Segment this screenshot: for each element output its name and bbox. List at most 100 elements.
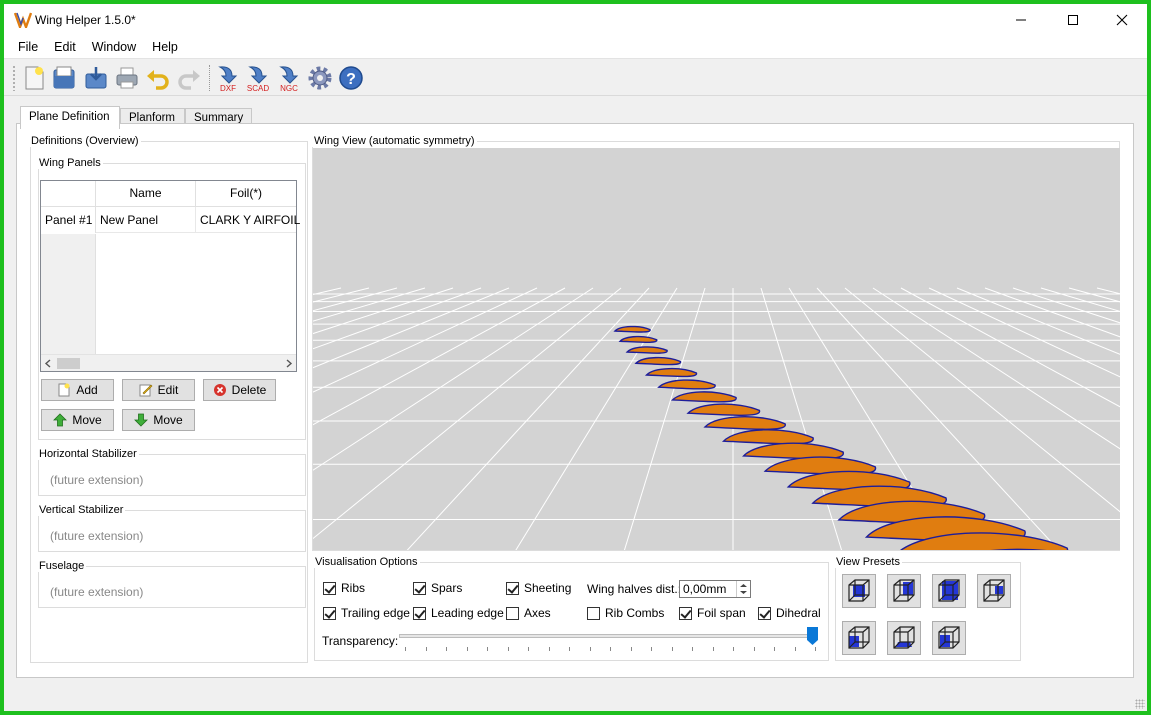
checkbox-box[interactable]: [679, 606, 692, 620]
view-preset-button[interactable]: [842, 574, 876, 608]
redo-button[interactable]: [175, 64, 203, 92]
add-panel-button[interactable]: Add: [41, 379, 114, 401]
delete-panel-button[interactable]: Delete: [203, 379, 276, 401]
minimize-button[interactable]: [998, 4, 1044, 36]
scroll-right-icon[interactable]: [285, 359, 293, 368]
delete-label: Delete: [231, 383, 267, 397]
maximize-button[interactable]: [1050, 4, 1096, 36]
foil-span-checkbox[interactable]: Foil span: [679, 606, 746, 620]
transparency-slider[interactable]: [399, 634, 818, 638]
menu-window[interactable]: Window: [84, 40, 144, 54]
window-title: Wing Helper 1.5.0*: [35, 13, 136, 27]
slider-tick: [794, 647, 796, 651]
export-dxf-button[interactable]: DXF: [214, 64, 242, 93]
grid-line: [313, 287, 398, 312]
dihedral-checkbox[interactable]: Dihedral: [758, 606, 821, 620]
slider-tick: [815, 647, 816, 651]
export-dxf-icon: DXF: [218, 66, 238, 93]
vertical-stabilizer-title: Vertical Stabilizer: [37, 504, 126, 516]
move-up-button[interactable]: Move: [41, 409, 114, 431]
wing-rib: [686, 403, 761, 417]
arrow-up-icon: [53, 413, 68, 427]
wing-halves-spinbox[interactable]: 0,00mm: [679, 580, 751, 598]
axes-checkbox[interactable]: Axes: [506, 606, 551, 620]
horizontal-stabilizer-title: Horizontal Stabilizer: [37, 448, 139, 460]
wing-3d-viewport[interactable]: [313, 148, 1120, 550]
spinbox-arrows[interactable]: [736, 581, 750, 597]
horizontal-stabilizer-placeholder: (future extension): [50, 473, 144, 487]
trailing-edge-checkbox[interactable]: Trailing edge: [323, 606, 410, 620]
export-scad-icon: SCAD: [247, 66, 269, 93]
wing-halves-value[interactable]: 0,00mm: [683, 582, 726, 596]
view-preset-front-icon: [848, 579, 870, 602]
app-logo-icon: [14, 12, 32, 28]
checkbox-box[interactable]: [323, 606, 336, 620]
tab-plane-definition[interactable]: Plane Definition: [20, 106, 120, 129]
slider-tick: [671, 647, 673, 651]
view-preset-button[interactable]: [932, 621, 966, 655]
grid-line: [313, 287, 482, 350]
minimize-icon: [1016, 19, 1026, 21]
checkbox-box[interactable]: [506, 606, 519, 620]
checkbox-box[interactable]: [413, 581, 426, 595]
view-preset-button[interactable]: [887, 621, 921, 655]
sheeting-checkbox[interactable]: Sheeting: [506, 581, 571, 595]
undo-button[interactable]: [144, 64, 172, 92]
slider-tick: [425, 647, 427, 651]
move-down-button[interactable]: Move: [122, 409, 195, 431]
leading-edge-checkbox[interactable]: Leading edge: [413, 606, 504, 620]
column-header-foil[interactable]: Foil(*): [196, 181, 296, 207]
checkbox-box[interactable]: [413, 606, 426, 620]
slider-tick: [507, 647, 509, 651]
open-button[interactable]: [50, 64, 78, 92]
checkbox-box[interactable]: [758, 606, 771, 620]
table-horizontal-scrollbar[interactable]: [41, 354, 296, 371]
slider-tick: [651, 647, 652, 651]
table-cell-foil[interactable]: CLARK Y AIRFOIL: [196, 207, 300, 233]
help-button[interactable]: ?: [337, 64, 365, 92]
slider-tick: [774, 647, 775, 651]
menu-edit[interactable]: Edit: [46, 40, 84, 54]
table-cell-name[interactable]: New Panel: [96, 207, 196, 233]
view-preset-button[interactable]: [977, 574, 1011, 608]
menu-help[interactable]: Help: [144, 40, 186, 54]
row-header[interactable]: Panel #1: [41, 207, 96, 233]
grid-line: [313, 287, 426, 322]
grid-line: [313, 287, 566, 426]
view-preset-button[interactable]: [887, 574, 921, 608]
settings-button[interactable]: [306, 64, 334, 92]
export-scad-button[interactable]: SCAD: [244, 64, 272, 93]
print-button[interactable]: [113, 64, 141, 92]
slider-tick: [466, 647, 468, 651]
edit-panel-button[interactable]: Edit: [122, 379, 195, 401]
save-button[interactable]: [82, 64, 110, 92]
table-corner: [41, 181, 96, 207]
close-button[interactable]: [1099, 4, 1145, 36]
open-icon: [53, 66, 75, 89]
slider-tick: [630, 647, 632, 651]
new-button[interactable]: [20, 64, 48, 92]
export-ngc-button[interactable]: NGC: [275, 64, 303, 93]
spars-checkbox[interactable]: Spars: [413, 581, 462, 595]
column-header-name[interactable]: Name: [96, 181, 196, 207]
menu-file[interactable]: File: [10, 40, 46, 54]
view-preset-button[interactable]: [842, 621, 876, 655]
spin-up-down-icon[interactable]: [737, 581, 750, 597]
svg-text:SCAD: SCAD: [247, 84, 269, 92]
toolbar-grip[interactable]: [12, 65, 16, 91]
checkbox-box[interactable]: [323, 581, 336, 595]
checkbox-box[interactable]: [587, 606, 600, 620]
resize-grip[interactable]: [1135, 699, 1145, 709]
scroll-left-icon[interactable]: [44, 359, 52, 368]
rib-combs-checkbox[interactable]: Rib Combs: [587, 606, 664, 620]
checkbox-box[interactable]: [506, 581, 519, 595]
grid-line: [313, 287, 510, 369]
transparency-slider-handle[interactable]: [807, 627, 818, 645]
new-file-icon: [25, 66, 44, 90]
grid-line: [1012, 287, 1120, 324]
delete-icon: [213, 384, 226, 396]
slider-tick: [692, 647, 693, 651]
scrollbar-thumb[interactable]: [57, 358, 80, 369]
view-preset-button[interactable]: [932, 574, 966, 608]
ribs-checkbox[interactable]: Ribs: [323, 581, 365, 595]
